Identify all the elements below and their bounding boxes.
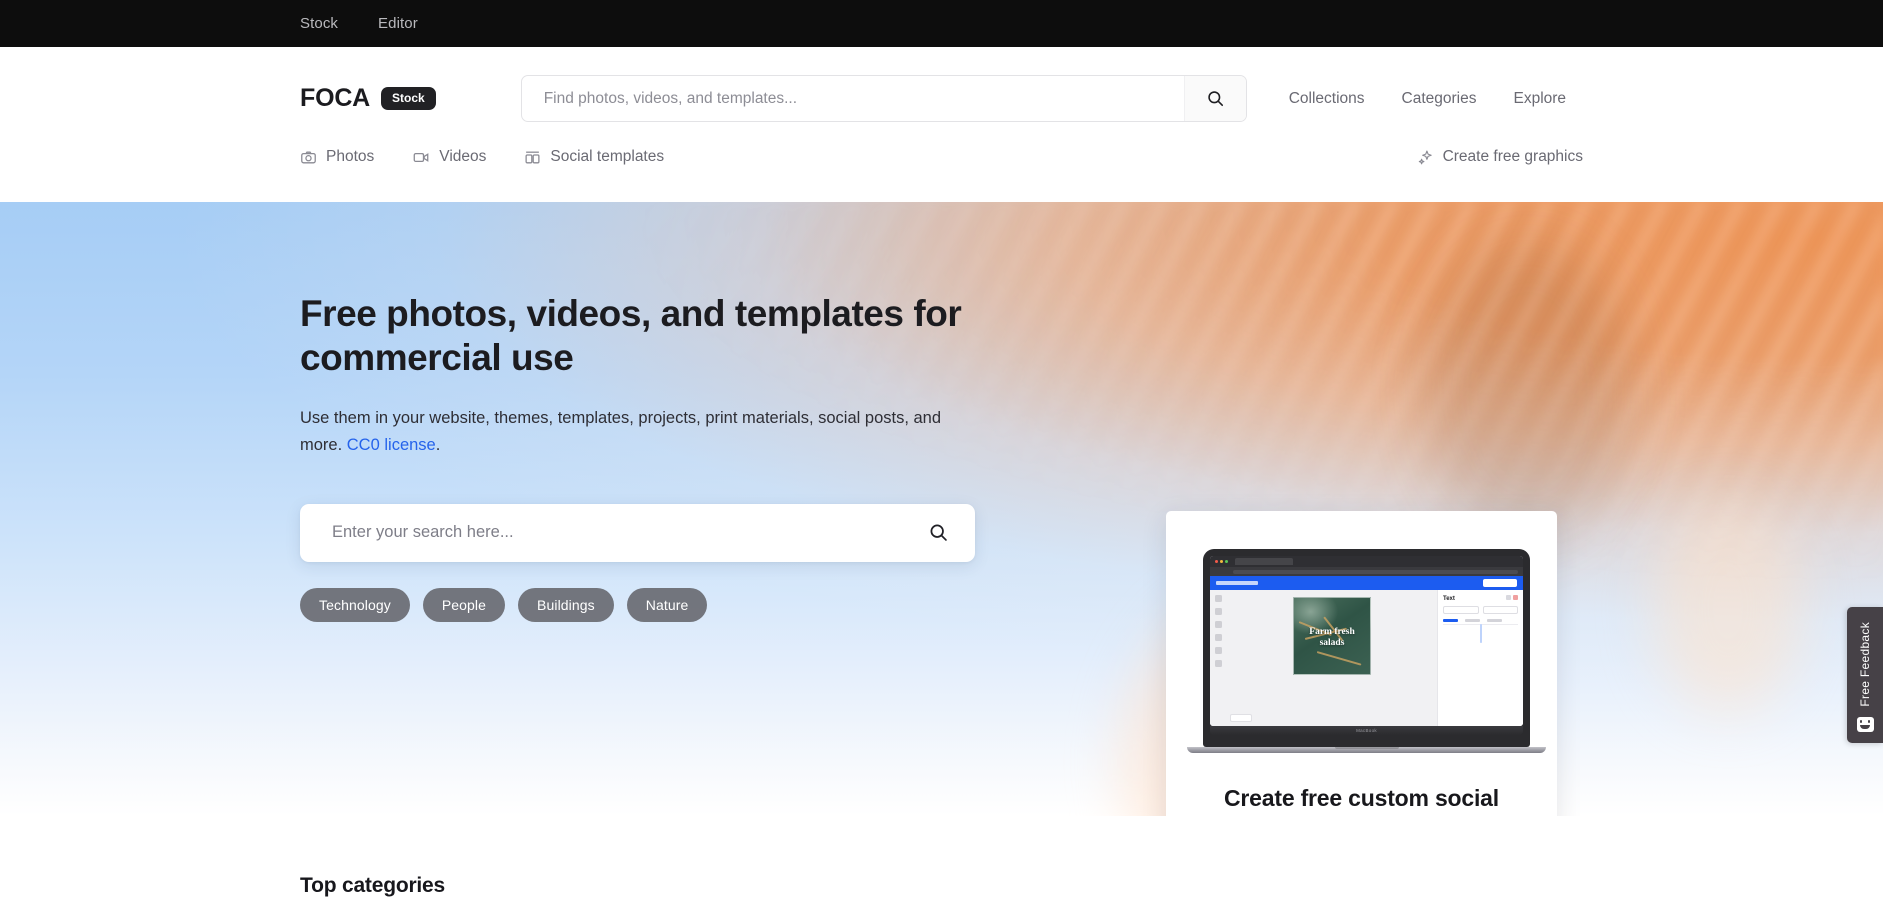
- hero-content: Free photos, videos, and templates for c…: [0, 202, 1883, 622]
- header-link-explore[interactable]: Explore: [1514, 90, 1567, 108]
- canvas-headline-line2: salads: [1319, 637, 1345, 648]
- header-search[interactable]: [520, 75, 1247, 122]
- create-free-graphics-label: Create free graphics: [1442, 148, 1583, 165]
- canvas-headline: Farm fresh salads: [1294, 627, 1370, 648]
- utility-topbar: Stock Editor: [0, 0, 1883, 47]
- subnav-label-social-templates: Social templates: [550, 148, 665, 165]
- tool-icon: [1215, 608, 1222, 615]
- window-minimize-dot: [1220, 560, 1223, 563]
- hero-left-column: Free photos, videos, and templates for c…: [300, 292, 1060, 622]
- feedback-tab-label: Free Feedback: [1858, 622, 1872, 707]
- tab-arrange: [1487, 619, 1502, 622]
- hero-subtitle-text-after: .: [435, 436, 441, 455]
- panel-selects: [1443, 606, 1518, 614]
- editor-toolbar: [1210, 576, 1523, 590]
- brand-product-badge: Stock: [381, 87, 436, 110]
- tool-icon: [1215, 660, 1222, 667]
- layer-select: [1443, 606, 1479, 614]
- font-option-selected: [1479, 624, 1482, 643]
- header-link-collections[interactable]: Collections: [1289, 90, 1365, 108]
- topbar-link-stock[interactable]: Stock: [300, 15, 338, 32]
- search-icon: [928, 522, 949, 543]
- header-primary-row: FOCA Stock Collections Categories Explor…: [300, 47, 1583, 122]
- hero-search-button[interactable]: [924, 518, 953, 547]
- tag-people[interactable]: People: [422, 587, 506, 622]
- sparkle-icon: [1417, 149, 1434, 166]
- hero-title: Free photos, videos, and templates for c…: [300, 293, 962, 378]
- tool-icon: [1215, 621, 1222, 628]
- window-maximize-dot: [1225, 560, 1228, 563]
- laptop-base: MacBook: [1210, 726, 1523, 735]
- cc0-license-link[interactable]: CC0 license: [347, 436, 436, 454]
- download-button: [1483, 579, 1517, 587]
- back-to-templates-button: [1216, 581, 1258, 585]
- window-close-dot: [1215, 560, 1218, 563]
- canvas-headline-line1: Farm fresh: [1309, 626, 1355, 637]
- header-link-categories[interactable]: Categories: [1402, 90, 1477, 108]
- tag-buildings[interactable]: Buildings: [518, 587, 614, 622]
- tag-nature[interactable]: Nature: [626, 587, 708, 622]
- create-free-graphics-link[interactable]: Create free graphics: [1417, 148, 1583, 166]
- subnav-items: Photos Videos Social templates: [300, 148, 664, 166]
- hero-search[interactable]: [300, 503, 975, 562]
- top-categories-heading: Top categories: [300, 874, 446, 897]
- header-subnav: Photos Videos Social templates Create fr…: [300, 148, 1583, 166]
- tag-technology[interactable]: Technology: [300, 587, 410, 622]
- tab-style: [1465, 619, 1480, 622]
- video-camera-icon: [412, 149, 430, 166]
- tool-icon: [1215, 634, 1222, 641]
- laptop-mockup: Farm fresh salads Text MacBook: [1187, 549, 1546, 753]
- header-search-button[interactable]: [1183, 76, 1246, 121]
- promo-card: Farm fresh salads Text MacBook Create fr…: [1166, 511, 1557, 816]
- subnav-right: Create free graphics: [1417, 148, 1583, 166]
- subnav-item-videos[interactable]: Videos: [412, 148, 486, 166]
- smiley-face-icon: [1856, 716, 1874, 732]
- canvas-art-stroke: [1316, 651, 1361, 666]
- hero-subtitle: Use them in your website, themes, templa…: [300, 405, 972, 458]
- camera-icon: [300, 149, 317, 166]
- hero-suggested-tags: Technology People Buildings Nature: [300, 587, 1060, 622]
- hero-search-input[interactable]: [332, 523, 924, 543]
- browser-url-bar: [1210, 567, 1523, 576]
- design-canvas: Farm fresh salads: [1293, 597, 1371, 675]
- header-nav-links: Collections Categories Explore: [1289, 90, 1566, 108]
- top-categories-section: Top categories: [0, 816, 1883, 911]
- delete-icon: [1513, 595, 1518, 600]
- tab-text: [1443, 619, 1458, 622]
- editor-canvas-area: Farm fresh salads: [1227, 590, 1437, 726]
- brand-wordmark: FOCA: [300, 84, 371, 112]
- topbar-link-editor[interactable]: Editor: [378, 15, 418, 32]
- subnav-label-videos: Videos: [439, 148, 487, 165]
- laptop-brand-label: MacBook: [1356, 728, 1377, 733]
- browser-chrome-bar: [1210, 556, 1523, 567]
- tool-icon: [1215, 647, 1222, 654]
- zoom-control: [1230, 714, 1252, 722]
- panel-action-icons: [1506, 595, 1518, 602]
- duplicate-icon: [1506, 595, 1512, 600]
- editor-body: Farm fresh salads Text: [1210, 590, 1523, 726]
- browser-tab: [1235, 558, 1293, 565]
- brand-logo[interactable]: FOCA Stock: [300, 84, 436, 113]
- feedback-tab[interactable]: Free Feedback: [1847, 607, 1883, 743]
- hero-section: Free photos, videos, and templates for c…: [0, 202, 1883, 816]
- tool-icon: [1215, 595, 1222, 602]
- editor-tool-rail: [1210, 590, 1227, 726]
- url-field: [1233, 569, 1518, 574]
- align-select: [1482, 606, 1518, 614]
- subnav-item-social-templates[interactable]: Social templates: [524, 148, 664, 166]
- laptop-lid: Farm fresh salads Text MacBook: [1203, 549, 1530, 747]
- subnav-item-photos[interactable]: Photos: [300, 148, 374, 166]
- laptop-screen: Farm fresh salads Text: [1210, 556, 1523, 726]
- site-header: FOCA Stock Collections Categories Explor…: [0, 47, 1883, 202]
- templates-grid-icon: [524, 149, 541, 166]
- panel-title-row: Text: [1443, 595, 1518, 602]
- promo-heading: Create free custom social media graphics: [1224, 785, 1499, 816]
- subnav-label-photos: Photos: [326, 148, 375, 165]
- header-search-input[interactable]: [521, 76, 1184, 121]
- laptop-foot: [1187, 747, 1546, 753]
- search-icon: [1206, 89, 1225, 108]
- panel-title-text: Text: [1443, 595, 1455, 602]
- editor-text-panel: Text: [1437, 590, 1523, 726]
